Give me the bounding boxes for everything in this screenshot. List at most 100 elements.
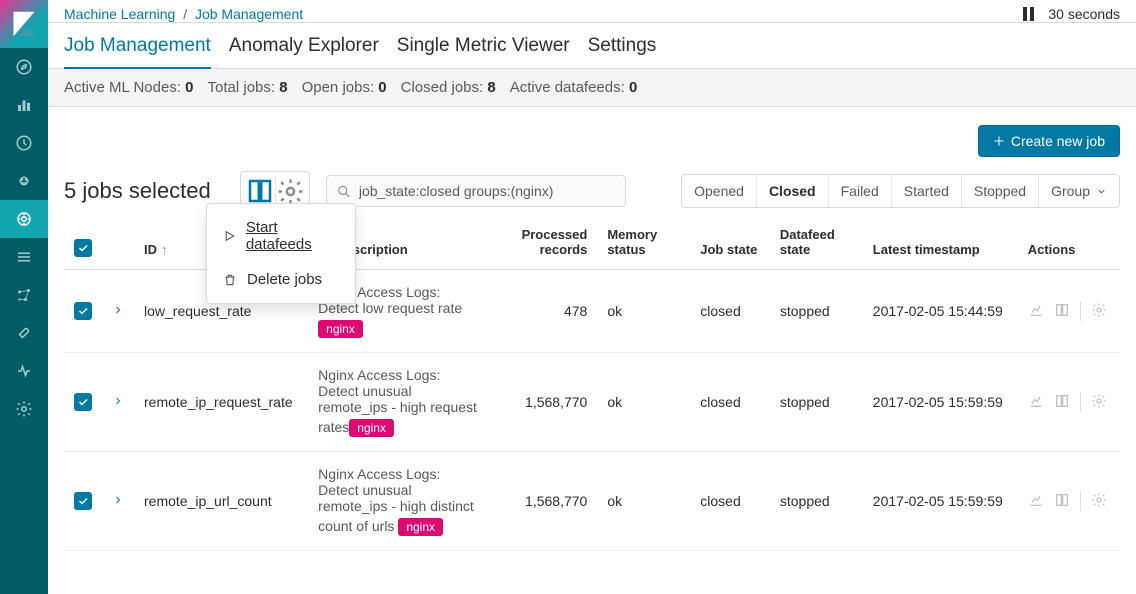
search-box[interactable] [326, 175, 626, 207]
search-input[interactable] [359, 183, 615, 199]
select-all-checkbox[interactable] [74, 239, 92, 257]
stat-active-datafeeds-label: Active datafeeds: [510, 79, 625, 96]
filter-group-label: Group [1051, 183, 1090, 199]
nav-visualize[interactable] [0, 86, 48, 124]
nav-infrastructure[interactable] [0, 238, 48, 276]
filter-opened[interactable]: Opened [682, 175, 757, 207]
nav-timelion[interactable] [0, 124, 48, 162]
cell-datafeed-state: stopped [770, 270, 863, 353]
filter-closed[interactable]: Closed [757, 175, 829, 207]
stat-open-jobs: 0 [378, 79, 386, 96]
filter-started[interactable]: Started [892, 175, 962, 207]
gear-button[interactable] [275, 176, 305, 206]
stat-total-jobs: 8 [279, 79, 287, 96]
tab-job-management[interactable]: Job Management [64, 29, 211, 69]
refresh-interval[interactable]: 30 seconds [1048, 6, 1120, 22]
plus-icon [993, 135, 1005, 147]
stats-bar: Active ML Nodes: 0 Total jobs: 8 Open jo… [48, 69, 1136, 107]
gear-icon[interactable] [1091, 302, 1107, 321]
kibana-logo[interactable] [0, 0, 48, 48]
nav-graph[interactable] [0, 276, 48, 314]
filter-stopped[interactable]: Stopped [962, 175, 1039, 207]
create-new-job-label: Create new job [1011, 133, 1105, 149]
cell-description: Nginx Access Logs: Detect unusual remote… [308, 452, 494, 551]
popover-delete-jobs[interactable]: Delete jobs [207, 262, 355, 297]
tab-settings[interactable]: Settings [588, 29, 657, 68]
breadcrumb-sep: / [183, 6, 187, 22]
table-row: remote_ip_url_count Nginx Access Logs: D… [64, 452, 1120, 551]
refresh-button[interactable] [245, 176, 275, 206]
cell-processed: 1,568,770 [494, 353, 597, 452]
action-divider [1080, 301, 1081, 321]
row-actions [1028, 301, 1110, 321]
col-latest[interactable]: Latest timestamp [863, 219, 1018, 270]
cell-latest: 2017-02-05 15:59:59 [863, 452, 1018, 551]
panel-icon[interactable] [1054, 393, 1070, 412]
col-memory[interactable]: Memory status [597, 219, 690, 270]
cell-processed: 478 [494, 270, 597, 353]
cell-id: remote_ip_request_rate [134, 353, 308, 452]
gear-icon[interactable] [1091, 393, 1107, 412]
topbar: Machine Learning / Job Management 30 sec… [48, 0, 1136, 23]
trash-icon [223, 273, 237, 287]
group-badge: nginx [398, 518, 443, 536]
row-actions [1028, 392, 1110, 412]
nav-discover[interactable] [0, 48, 48, 86]
breadcrumb: Machine Learning / Job Management [64, 6, 303, 22]
filter-failed[interactable]: Failed [829, 175, 892, 207]
stat-active-nodes-label: Active ML Nodes: [64, 79, 181, 96]
filter-group-dropdown[interactable]: Group [1039, 175, 1119, 207]
stat-closed-jobs: 8 [487, 79, 495, 96]
expand-row-icon[interactable] [112, 303, 124, 319]
cell-id: remote_ip_url_count [134, 452, 308, 551]
table-row: remote_ip_request_rate Nginx Access Logs… [64, 353, 1120, 452]
cell-latest: 2017-02-05 15:59:59 [863, 353, 1018, 452]
popover-start-label: Start datafeeds [246, 219, 339, 253]
col-processed[interactable]: Processed records [494, 219, 597, 270]
chart-icon[interactable] [1028, 302, 1044, 321]
nav-monitoring[interactable] [0, 352, 48, 390]
create-new-job-button[interactable]: Create new job [978, 125, 1120, 157]
popover-start-datafeeds[interactable]: Start datafeeds [207, 210, 355, 262]
stat-open-jobs-label: Open jobs: [302, 79, 375, 96]
stat-closed-jobs-label: Closed jobs: [401, 79, 484, 96]
stat-active-datafeeds: 0 [629, 79, 637, 96]
tab-anomaly-explorer[interactable]: Anomaly Explorer [229, 29, 379, 68]
filter-group: Opened Closed Failed Started Stopped Gro… [681, 174, 1120, 208]
row-actions [1028, 491, 1110, 511]
search-icon [337, 184, 351, 199]
cell-description: Nginx Access Logs: Detect unusual remote… [308, 353, 494, 452]
breadcrumb-section[interactable]: Machine Learning [64, 6, 175, 22]
stat-active-nodes: 0 [185, 79, 193, 96]
col-datafeed-state[interactable]: Datafeed state [770, 219, 863, 270]
pause-icon[interactable] [1023, 7, 1034, 21]
expand-row-icon[interactable] [112, 394, 124, 410]
gear-icon[interactable] [1091, 492, 1107, 511]
nav-ml[interactable] [0, 200, 48, 238]
group-badge: nginx [349, 419, 394, 437]
stat-total-jobs-label: Total jobs: [208, 79, 276, 96]
nav-canvas[interactable] [0, 162, 48, 200]
cell-memory: ok [597, 270, 690, 353]
play-icon [223, 229, 236, 243]
col-job-state[interactable]: Job state [690, 219, 770, 270]
global-sidenav [0, 0, 48, 594]
cell-datafeed-state: stopped [770, 452, 863, 551]
nav-devtools[interactable] [0, 314, 48, 352]
expand-row-icon[interactable] [112, 493, 124, 509]
tabs: Job Management Anomaly Explorer Single M… [48, 23, 1136, 69]
nav-management[interactable] [0, 390, 48, 428]
chevron-down-icon [1096, 186, 1107, 197]
row-checkbox[interactable] [74, 393, 92, 411]
cell-datafeed-state: stopped [770, 353, 863, 452]
cell-job-state: closed [690, 353, 770, 452]
row-checkbox[interactable] [74, 492, 92, 510]
chart-icon[interactable] [1028, 393, 1044, 412]
tab-single-metric-viewer[interactable]: Single Metric Viewer [397, 29, 570, 68]
breadcrumb-page[interactable]: Job Management [195, 6, 303, 22]
chart-icon[interactable] [1028, 492, 1044, 511]
row-checkbox[interactable] [74, 302, 92, 320]
action-divider [1080, 392, 1081, 412]
panel-icon[interactable] [1054, 492, 1070, 511]
panel-icon[interactable] [1054, 302, 1070, 321]
